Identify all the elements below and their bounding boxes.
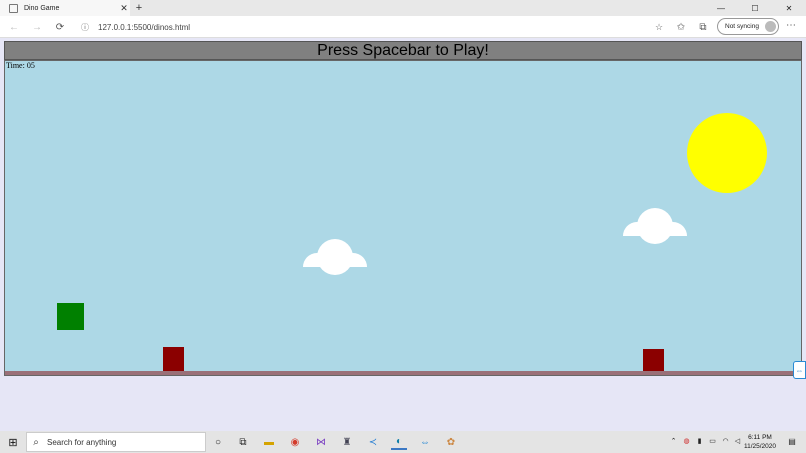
paint-app-icon[interactable]: ✿ [443,434,459,450]
play-instruction: Press Spacebar to Play! [317,41,489,59]
taskbar-clock[interactable]: 6:11 PM 11/25/2020 [738,433,782,451]
back-button[interactable]: ← [6,19,22,35]
obstacle [163,347,184,372]
tab-title: Dino Game [24,4,60,12]
task-view-icon[interactable]: ⧉ [235,434,251,450]
taskbar-search[interactable]: ⌕ Search for anything [26,432,206,452]
chrome-icon[interactable]: ◉ [287,434,303,450]
cloud [303,239,367,275]
url-text[interactable]: 127.0.0.1:5500/dinos.html [98,23,652,32]
more-options-icon[interactable]: ⋯ [783,19,799,35]
ground [5,371,801,375]
cloud [623,208,687,244]
game-header: Press Spacebar to Play! [4,41,802,60]
site-info-icon[interactable]: ⓘ [78,22,92,33]
avatar-icon [765,21,776,32]
clock-date: 11/25/2020 [743,443,777,450]
start-button[interactable]: ⊞ [0,431,26,453]
notification-center-icon[interactable]: ▤ [785,436,799,448]
tab-dino-game[interactable]: Dino Game ✕ [0,0,130,16]
profile-sync-button[interactable]: Not syncing [717,18,779,35]
collections-icon[interactable]: ⧉ [695,19,711,35]
forward-button[interactable]: → [29,19,45,35]
browser-tab-bar: Dino Game ✕ + — ☐ ✕ [0,0,806,16]
refresh-button[interactable]: ⟳ [52,19,68,35]
vscode-icon[interactable]: ≺ [365,434,381,450]
file-explorer-icon[interactable]: ▬ [261,434,277,450]
tray-chevron-icon[interactable]: ⌃ [668,436,679,448]
browser-toolbar: ← → ⟳ ⓘ 127.0.0.1:5500/dinos.html ☆ ✩ ⧉ … [0,16,806,38]
cortana-icon[interactable]: ○ [210,434,226,450]
minimize-button[interactable]: — [704,0,738,16]
maximize-button[interactable]: ☐ [738,0,772,16]
player-block [57,303,84,330]
favorites-bar-icon[interactable]: ✩ [673,19,689,35]
search-input[interactable]: Search for anything [47,438,116,447]
taskbar: ⊞ ⌕ Search for anything ○ ⧉ ▬ ◉ ⋈ ♜ ≺ ◐ … [0,431,806,453]
tray-shield-icon[interactable]: ◍ [681,436,692,448]
timer-display: Time: 05 [6,61,35,70]
tray-battery-icon[interactable]: ▭ [707,436,718,448]
sun [687,113,767,193]
game-canvas[interactable]: Time: 05 [4,60,802,376]
tray-mic-icon[interactable]: ▮ [694,436,705,448]
obstacle [643,349,664,372]
teamviewer-icon[interactable]: ⇔ [417,434,433,450]
app-icon[interactable]: ♜ [339,434,355,450]
edge-icon[interactable]: ◐ [391,434,407,450]
address-bar[interactable]: ⓘ 127.0.0.1:5500/dinos.html ☆ [78,19,666,35]
close-window-button[interactable]: ✕ [772,0,806,16]
sync-label: Not syncing [725,23,759,30]
favorite-star-icon[interactable]: ☆ [652,22,666,33]
visual-studio-icon[interactable]: ⋈ [313,434,329,450]
page-viewport: Press Spacebar to Play! Time: 05 ⇔ [0,38,806,431]
tray-network-icon[interactable]: ◠ [720,436,731,448]
new-tab-button[interactable]: + [133,1,145,15]
page-favicon-icon [9,3,18,13]
tab-close-icon[interactable]: ✕ [118,3,130,14]
teamviewer-side-icon[interactable]: ⇔ [793,361,806,379]
search-icon: ⌕ [33,436,39,448]
clock-time: 6:11 PM [748,434,772,441]
